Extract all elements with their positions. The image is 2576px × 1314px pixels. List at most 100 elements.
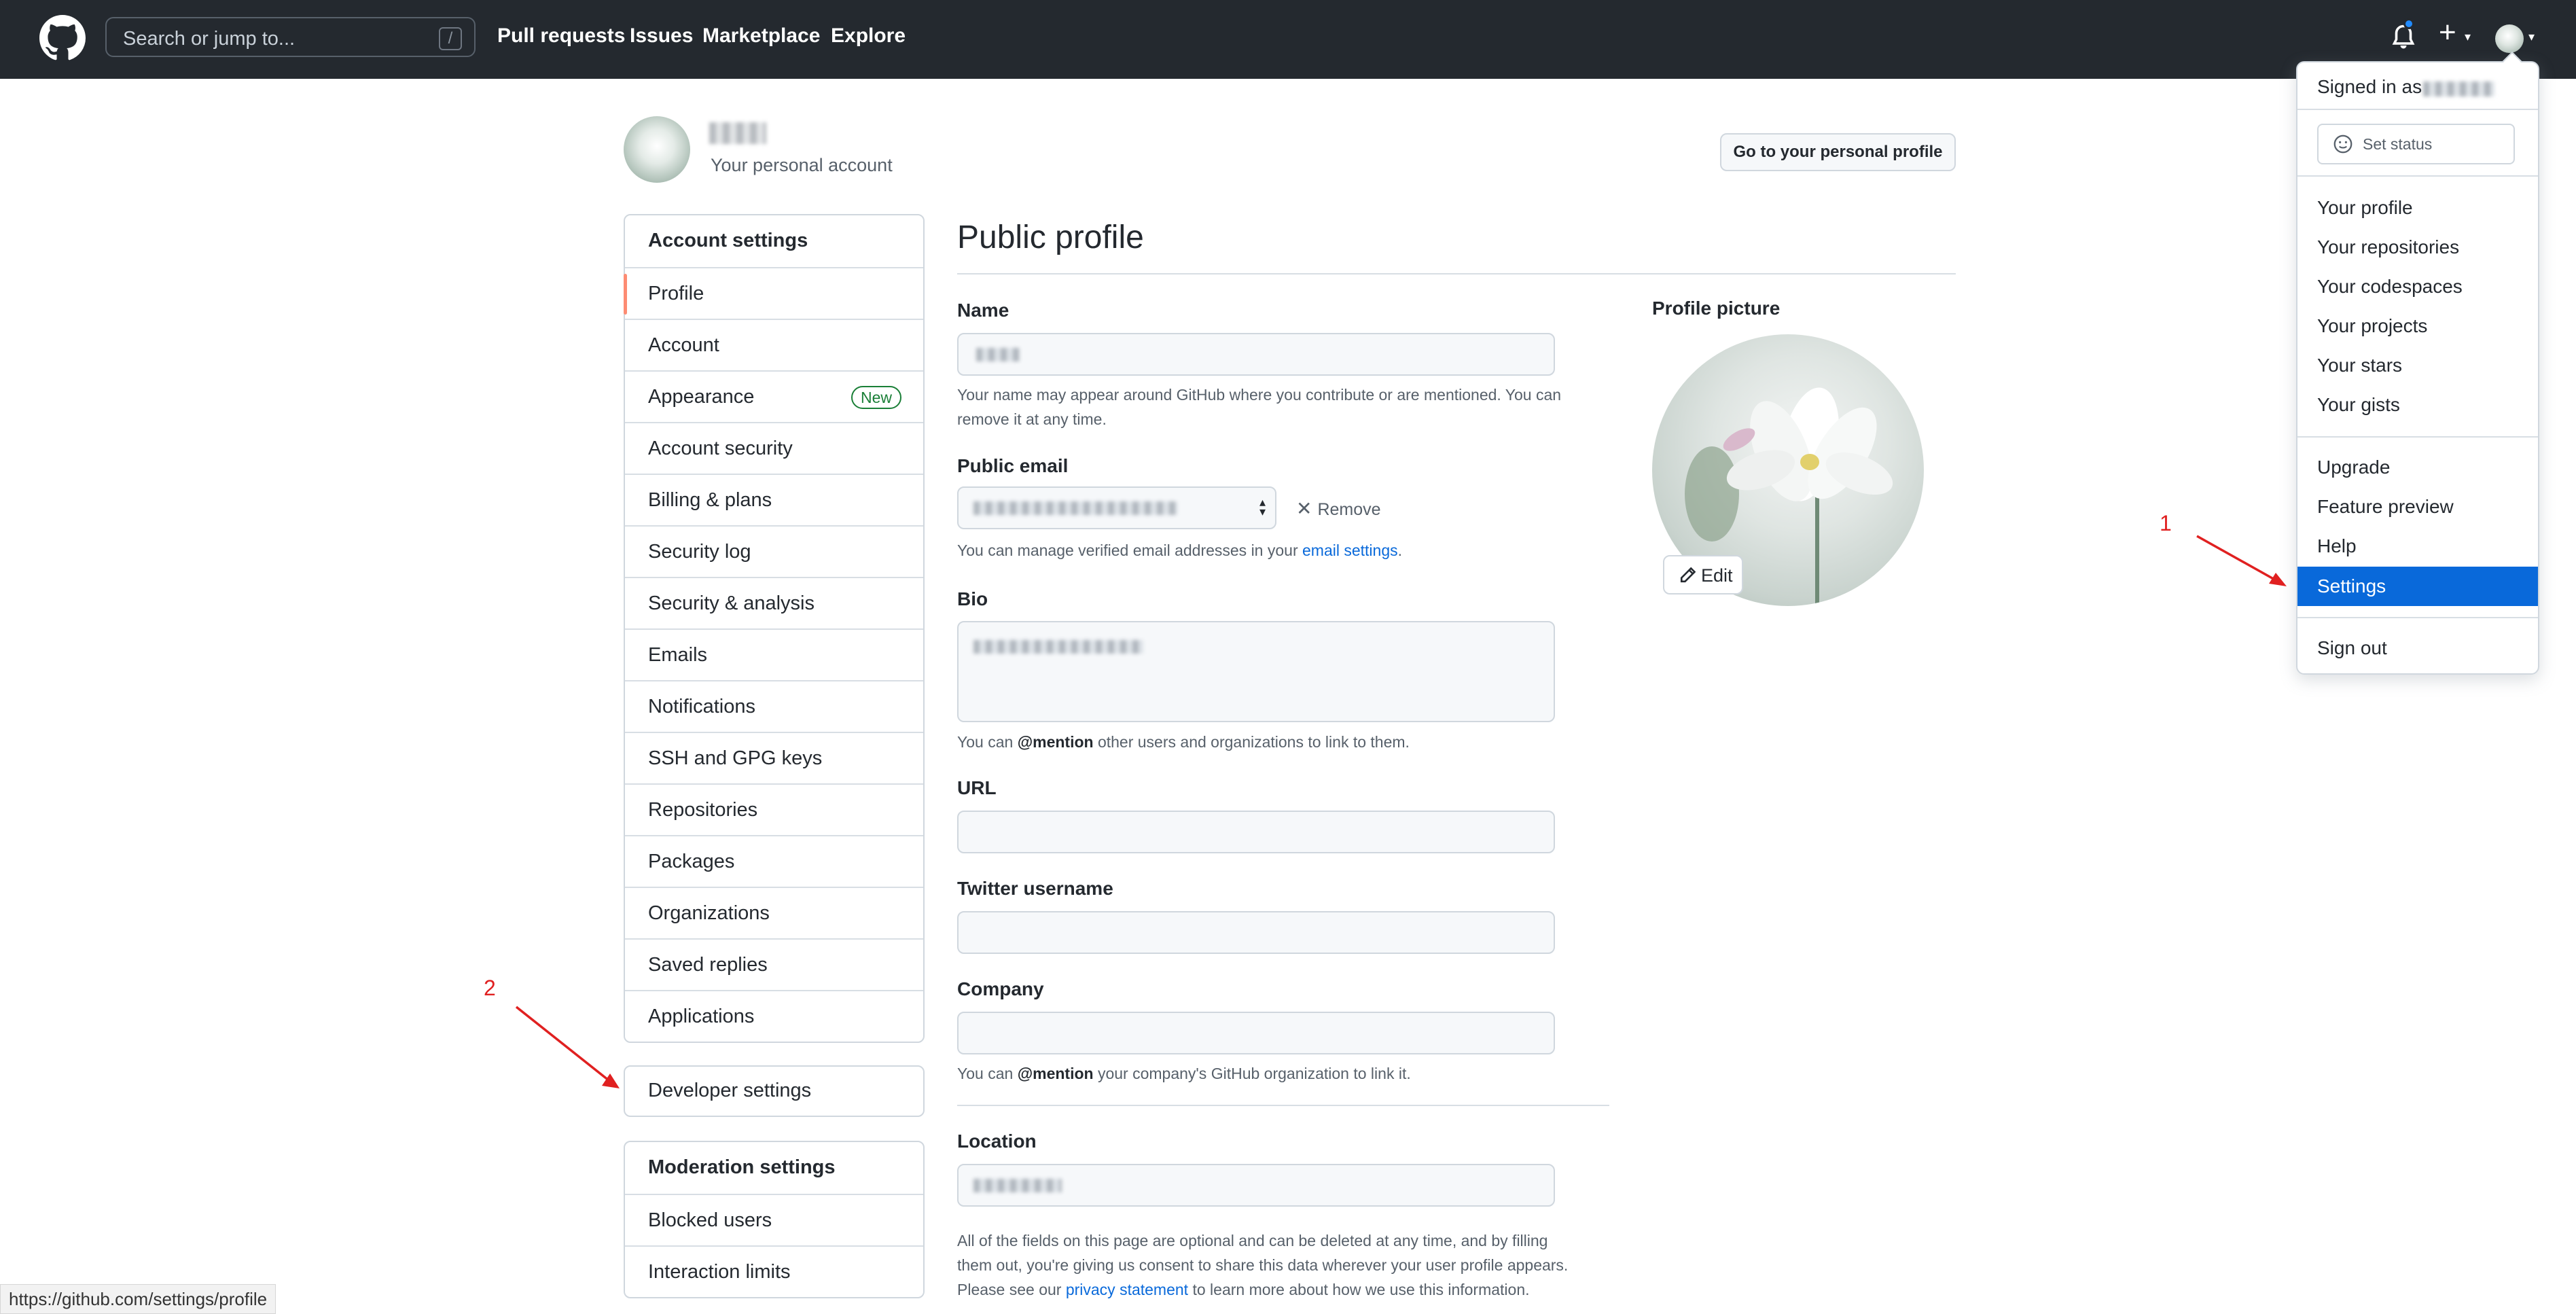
menu-divider — [2297, 617, 2538, 618]
name-field[interactable] — [957, 333, 1555, 376]
privacy-suffix: to learn more about how we use this info… — [1188, 1281, 1530, 1298]
sidebar-item-label: Account — [648, 334, 719, 356]
sidebar-item-account-security[interactable]: Account security — [625, 422, 923, 474]
bio-help-suffix: other users and organizations to link to… — [1093, 733, 1410, 751]
edit-label: Edit — [1701, 565, 1733, 586]
remove-email-button[interactable]: ✕ Remove — [1296, 497, 1381, 520]
sidebar-item-organizations[interactable]: Organizations — [625, 887, 923, 938]
sidebar-item-saved-replies[interactable]: Saved replies — [625, 938, 923, 990]
nav-issues[interactable]: Issues — [630, 24, 693, 48]
company-field[interactable] — [957, 1012, 1555, 1054]
sidebar-heading-account-settings: Account settings — [648, 230, 808, 251]
menu-divider — [2297, 109, 2538, 110]
sidebar-item-developer-settings[interactable]: Developer settings — [625, 1067, 923, 1116]
location-value-redacted — [973, 1179, 1062, 1192]
chevron-down-icon[interactable]: ▾ — [2465, 30, 2471, 44]
sidebar-item-billing[interactable]: Billing & plans — [625, 474, 923, 525]
bio-help-text: You can @mention other users and organiz… — [957, 730, 1410, 754]
moderation-settings-menu: Moderation settings Blocked users Intera… — [624, 1141, 925, 1298]
email-settings-link[interactable]: email settings — [1302, 541, 1398, 559]
url-field[interactable] — [957, 811, 1555, 853]
sidebar-item-label: Appearance — [648, 386, 755, 408]
chevron-down-icon[interactable]: ▾ — [2528, 30, 2535, 44]
menu-item-your-gists[interactable]: Your gists — [2297, 386, 2538, 424]
bio-textarea[interactable] — [957, 621, 1555, 722]
title-divider — [957, 273, 1956, 274]
set-status-button[interactable]: Set status — [2317, 124, 2515, 164]
menu-item-your-stars[interactable]: Your stars — [2297, 347, 2538, 385]
twitter-label: Twitter username — [957, 878, 1113, 899]
section-divider — [957, 1105, 1609, 1106]
menu-item-feature-preview[interactable]: Feature preview — [2297, 488, 2538, 526]
github-logo-icon[interactable] — [39, 15, 86, 61]
public-email-select[interactable]: ▴ ▾ — [957, 486, 1276, 529]
sidebar-item-emails[interactable]: Emails — [625, 628, 923, 680]
sidebar-item-blocked-users[interactable]: Blocked users — [625, 1194, 923, 1245]
sidebar-item-label: Emails — [648, 644, 708, 666]
remove-label: Remove — [1317, 500, 1381, 519]
twitter-username-field[interactable] — [957, 911, 1555, 954]
menu-item-your-codespaces[interactable]: Your codespaces — [2297, 268, 2538, 306]
plus-icon[interactable]: + — [2439, 18, 2456, 48]
url-label: URL — [957, 777, 997, 798]
privacy-statement-link[interactable]: privacy statement — [1066, 1281, 1188, 1298]
sidebar-item-label: Security log — [648, 541, 751, 563]
menu-item-upgrade[interactable]: Upgrade — [2297, 448, 2538, 486]
annotation-arrow-1 — [2196, 535, 2287, 586]
nav-marketplace[interactable]: Marketplace — [702, 24, 820, 48]
name-help-text: Your name may appear around GitHub where… — [957, 386, 1562, 428]
mention-text: @mention — [1017, 1065, 1094, 1082]
sidebar-item-label: Profile — [648, 283, 704, 304]
account-settings-menu: Account settings Profile Account Appeara… — [624, 214, 925, 1043]
name-value-redacted — [976, 348, 1020, 361]
profile-picture-label: Profile picture — [1652, 298, 1781, 319]
pencil-icon — [1680, 567, 1696, 583]
location-field[interactable] — [957, 1164, 1555, 1207]
optional-fields-line-3: Please see our privacy statement to lear… — [957, 1277, 1530, 1302]
search-input[interactable]: Search or jump to... / — [105, 17, 476, 57]
sidebar-item-notifications[interactable]: Notifications — [625, 680, 923, 732]
select-arrows-icon: ▴ ▾ — [1259, 495, 1266, 518]
sidebar-item-label: Interaction limits — [648, 1261, 791, 1283]
annotation-arrow-2 — [515, 1006, 620, 1088]
menu-item-your-repositories[interactable]: Your repositories — [2297, 228, 2538, 266]
sidebar-item-label: Security & analysis — [648, 592, 815, 614]
menu-item-sign-out[interactable]: Sign out — [2297, 629, 2538, 667]
sidebar-item-appearance[interactable]: Appearance New — [625, 370, 923, 422]
sidebar-item-label: Blocked users — [648, 1209, 772, 1231]
bio-label: Bio — [957, 588, 988, 609]
sidebar-item-interaction-limits[interactable]: Interaction limits — [625, 1245, 923, 1297]
sidebar-item-profile[interactable]: Profile — [624, 267, 923, 319]
nav-pull-requests[interactable]: Pull requests — [497, 24, 625, 48]
sidebar-item-security-log[interactable]: Security log — [625, 525, 923, 577]
sidebar-item-label: Saved replies — [648, 954, 768, 976]
menu-item-help[interactable]: Help — [2297, 527, 2538, 565]
menu-item-your-profile[interactable]: Your profile — [2297, 189, 2538, 227]
menu-item-your-projects[interactable]: Your projects — [2297, 307, 2538, 345]
bio-value-redacted — [973, 640, 1143, 654]
sidebar-item-label: Packages — [648, 851, 735, 872]
sidebar-item-label: Applications — [648, 1006, 755, 1027]
sidebar-item-applications[interactable]: Applications — [625, 990, 923, 1042]
public-email-label: Public email — [957, 455, 1069, 476]
user-avatar-menu[interactable] — [2495, 24, 2524, 53]
nav-explore[interactable]: Explore — [831, 24, 906, 48]
sidebar-item-ssh-gpg[interactable]: SSH and GPG keys — [625, 732, 923, 783]
edit-picture-button[interactable]: Edit — [1663, 555, 1743, 594]
sidebar-item-packages[interactable]: Packages — [625, 835, 923, 887]
sidebar-item-account[interactable]: Account — [625, 319, 923, 370]
notification-indicator — [2403, 18, 2414, 29]
username-redacted — [2423, 82, 2494, 96]
sidebar-item-label: Account security — [648, 438, 793, 459]
status-bar-url: https://github.com/settings/profile — [0, 1284, 276, 1314]
sidebar-item-repositories[interactable]: Repositories — [625, 783, 923, 835]
annotation-number-1: 1 — [2160, 511, 2172, 535]
go-to-profile-button[interactable]: Go to your personal profile — [1720, 133, 1956, 171]
sidebar-item-label: Billing & plans — [648, 489, 772, 511]
email-help-prefix: You can manage verified email addresses … — [957, 541, 1302, 559]
company-label: Company — [957, 978, 1044, 999]
sidebar-heading-moderation: Moderation settings — [648, 1156, 836, 1178]
sidebar-item-security-analysis[interactable]: Security & analysis — [625, 577, 923, 628]
account-subtitle: Your personal account — [711, 155, 893, 175]
menu-item-settings[interactable]: Settings — [2297, 567, 2538, 606]
